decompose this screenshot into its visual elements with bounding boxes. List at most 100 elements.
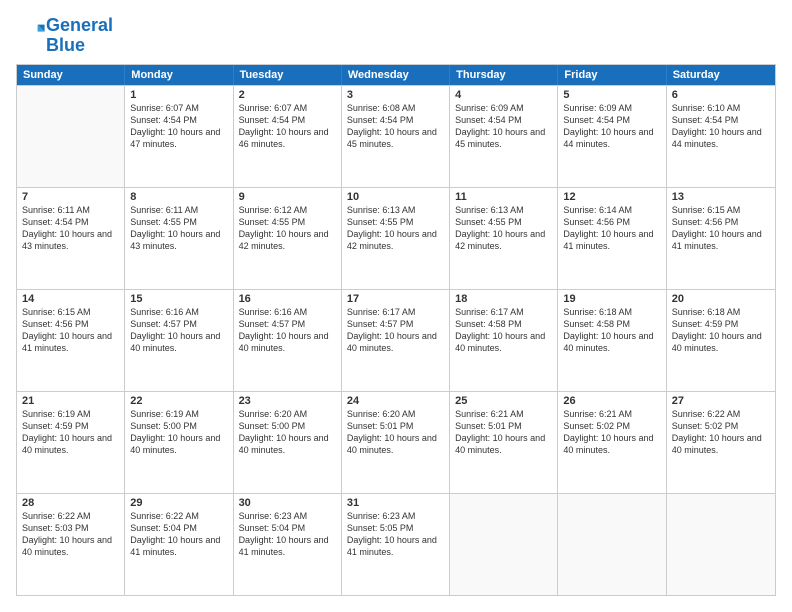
header-day-saturday: Saturday [667, 65, 775, 85]
header-day-monday: Monday [125, 65, 233, 85]
calendar-cell: 10Sunrise: 6:13 AM Sunset: 4:55 PM Dayli… [342, 188, 450, 289]
logo: General Blue [16, 16, 113, 56]
day-number: 21 [22, 395, 119, 407]
day-info: Sunrise: 6:12 AM Sunset: 4:55 PM Dayligh… [239, 204, 336, 253]
calendar-cell [17, 86, 125, 187]
day-info: Sunrise: 6:15 AM Sunset: 4:56 PM Dayligh… [672, 204, 770, 253]
day-number: 8 [130, 191, 227, 203]
day-number: 4 [455, 89, 552, 101]
day-info: Sunrise: 6:20 AM Sunset: 5:01 PM Dayligh… [347, 408, 444, 457]
calendar-cell: 24Sunrise: 6:20 AM Sunset: 5:01 PM Dayli… [342, 392, 450, 493]
calendar-cell: 6Sunrise: 6:10 AM Sunset: 4:54 PM Daylig… [667, 86, 775, 187]
day-number: 27 [672, 395, 770, 407]
calendar-row-1: 1Sunrise: 6:07 AM Sunset: 4:54 PM Daylig… [17, 85, 775, 187]
calendar-cell: 5Sunrise: 6:09 AM Sunset: 4:54 PM Daylig… [558, 86, 666, 187]
day-number: 14 [22, 293, 119, 305]
calendar-cell: 17Sunrise: 6:17 AM Sunset: 4:57 PM Dayli… [342, 290, 450, 391]
header-day-friday: Friday [558, 65, 666, 85]
day-number: 29 [130, 497, 227, 509]
day-number: 23 [239, 395, 336, 407]
day-number: 24 [347, 395, 444, 407]
header-day-wednesday: Wednesday [342, 65, 450, 85]
day-number: 30 [239, 497, 336, 509]
day-number: 2 [239, 89, 336, 101]
calendar-cell: 12Sunrise: 6:14 AM Sunset: 4:56 PM Dayli… [558, 188, 666, 289]
header: General Blue [16, 16, 776, 56]
day-number: 9 [239, 191, 336, 203]
day-info: Sunrise: 6:15 AM Sunset: 4:56 PM Dayligh… [22, 306, 119, 355]
day-info: Sunrise: 6:08 AM Sunset: 4:54 PM Dayligh… [347, 102, 444, 151]
day-info: Sunrise: 6:18 AM Sunset: 4:59 PM Dayligh… [672, 306, 770, 355]
calendar-row-2: 7Sunrise: 6:11 AM Sunset: 4:54 PM Daylig… [17, 187, 775, 289]
day-info: Sunrise: 6:18 AM Sunset: 4:58 PM Dayligh… [563, 306, 660, 355]
day-number: 10 [347, 191, 444, 203]
day-number: 5 [563, 89, 660, 101]
calendar-cell: 20Sunrise: 6:18 AM Sunset: 4:59 PM Dayli… [667, 290, 775, 391]
calendar-cell: 23Sunrise: 6:20 AM Sunset: 5:00 PM Dayli… [234, 392, 342, 493]
day-info: Sunrise: 6:17 AM Sunset: 4:57 PM Dayligh… [347, 306, 444, 355]
day-info: Sunrise: 6:22 AM Sunset: 5:03 PM Dayligh… [22, 510, 119, 559]
day-info: Sunrise: 6:20 AM Sunset: 5:00 PM Dayligh… [239, 408, 336, 457]
day-info: Sunrise: 6:10 AM Sunset: 4:54 PM Dayligh… [672, 102, 770, 151]
day-number: 22 [130, 395, 227, 407]
day-info: Sunrise: 6:21 AM Sunset: 5:01 PM Dayligh… [455, 408, 552, 457]
day-info: Sunrise: 6:13 AM Sunset: 4:55 PM Dayligh… [347, 204, 444, 253]
day-number: 1 [130, 89, 227, 101]
calendar-cell [450, 494, 558, 595]
calendar-cell: 9Sunrise: 6:12 AM Sunset: 4:55 PM Daylig… [234, 188, 342, 289]
calendar-cell: 3Sunrise: 6:08 AM Sunset: 4:54 PM Daylig… [342, 86, 450, 187]
calendar-cell: 14Sunrise: 6:15 AM Sunset: 4:56 PM Dayli… [17, 290, 125, 391]
day-number: 3 [347, 89, 444, 101]
calendar-cell: 1Sunrise: 6:07 AM Sunset: 4:54 PM Daylig… [125, 86, 233, 187]
day-info: Sunrise: 6:23 AM Sunset: 5:05 PM Dayligh… [347, 510, 444, 559]
calendar-cell: 8Sunrise: 6:11 AM Sunset: 4:55 PM Daylig… [125, 188, 233, 289]
day-number: 16 [239, 293, 336, 305]
day-number: 19 [563, 293, 660, 305]
day-number: 7 [22, 191, 119, 203]
calendar-cell: 31Sunrise: 6:23 AM Sunset: 5:05 PM Dayli… [342, 494, 450, 595]
logo-text: General Blue [46, 16, 113, 56]
calendar-cell: 29Sunrise: 6:22 AM Sunset: 5:04 PM Dayli… [125, 494, 233, 595]
calendar-cell [667, 494, 775, 595]
day-info: Sunrise: 6:11 AM Sunset: 4:54 PM Dayligh… [22, 204, 119, 253]
day-info: Sunrise: 6:13 AM Sunset: 4:55 PM Dayligh… [455, 204, 552, 253]
calendar-header: SundayMondayTuesdayWednesdayThursdayFrid… [17, 65, 775, 85]
calendar-cell: 26Sunrise: 6:21 AM Sunset: 5:02 PM Dayli… [558, 392, 666, 493]
day-info: Sunrise: 6:07 AM Sunset: 4:54 PM Dayligh… [130, 102, 227, 151]
day-number: 18 [455, 293, 552, 305]
day-info: Sunrise: 6:14 AM Sunset: 4:56 PM Dayligh… [563, 204, 660, 253]
calendar-row-3: 14Sunrise: 6:15 AM Sunset: 4:56 PM Dayli… [17, 289, 775, 391]
day-number: 25 [455, 395, 552, 407]
day-number: 20 [672, 293, 770, 305]
calendar-row-5: 28Sunrise: 6:22 AM Sunset: 5:03 PM Dayli… [17, 493, 775, 595]
calendar: SundayMondayTuesdayWednesdayThursdayFrid… [16, 64, 776, 596]
page: General Blue SundayMondayTuesdayWednesda… [0, 0, 792, 612]
day-info: Sunrise: 6:19 AM Sunset: 4:59 PM Dayligh… [22, 408, 119, 457]
day-info: Sunrise: 6:11 AM Sunset: 4:55 PM Dayligh… [130, 204, 227, 253]
header-day-thursday: Thursday [450, 65, 558, 85]
day-number: 31 [347, 497, 444, 509]
calendar-cell: 25Sunrise: 6:21 AM Sunset: 5:01 PM Dayli… [450, 392, 558, 493]
day-number: 28 [22, 497, 119, 509]
header-day-tuesday: Tuesday [234, 65, 342, 85]
calendar-cell: 27Sunrise: 6:22 AM Sunset: 5:02 PM Dayli… [667, 392, 775, 493]
calendar-cell: 28Sunrise: 6:22 AM Sunset: 5:03 PM Dayli… [17, 494, 125, 595]
calendar-cell [558, 494, 666, 595]
day-number: 12 [563, 191, 660, 203]
calendar-cell: 4Sunrise: 6:09 AM Sunset: 4:54 PM Daylig… [450, 86, 558, 187]
calendar-cell: 15Sunrise: 6:16 AM Sunset: 4:57 PM Dayli… [125, 290, 233, 391]
day-info: Sunrise: 6:22 AM Sunset: 5:02 PM Dayligh… [672, 408, 770, 457]
day-number: 15 [130, 293, 227, 305]
day-info: Sunrise: 6:16 AM Sunset: 4:57 PM Dayligh… [239, 306, 336, 355]
day-info: Sunrise: 6:23 AM Sunset: 5:04 PM Dayligh… [239, 510, 336, 559]
calendar-cell: 18Sunrise: 6:17 AM Sunset: 4:58 PM Dayli… [450, 290, 558, 391]
day-info: Sunrise: 6:07 AM Sunset: 4:54 PM Dayligh… [239, 102, 336, 151]
day-info: Sunrise: 6:21 AM Sunset: 5:02 PM Dayligh… [563, 408, 660, 457]
calendar-cell: 30Sunrise: 6:23 AM Sunset: 5:04 PM Dayli… [234, 494, 342, 595]
calendar-cell: 2Sunrise: 6:07 AM Sunset: 4:54 PM Daylig… [234, 86, 342, 187]
calendar-cell: 7Sunrise: 6:11 AM Sunset: 4:54 PM Daylig… [17, 188, 125, 289]
day-number: 13 [672, 191, 770, 203]
day-number: 17 [347, 293, 444, 305]
day-info: Sunrise: 6:22 AM Sunset: 5:04 PM Dayligh… [130, 510, 227, 559]
calendar-row-4: 21Sunrise: 6:19 AM Sunset: 4:59 PM Dayli… [17, 391, 775, 493]
